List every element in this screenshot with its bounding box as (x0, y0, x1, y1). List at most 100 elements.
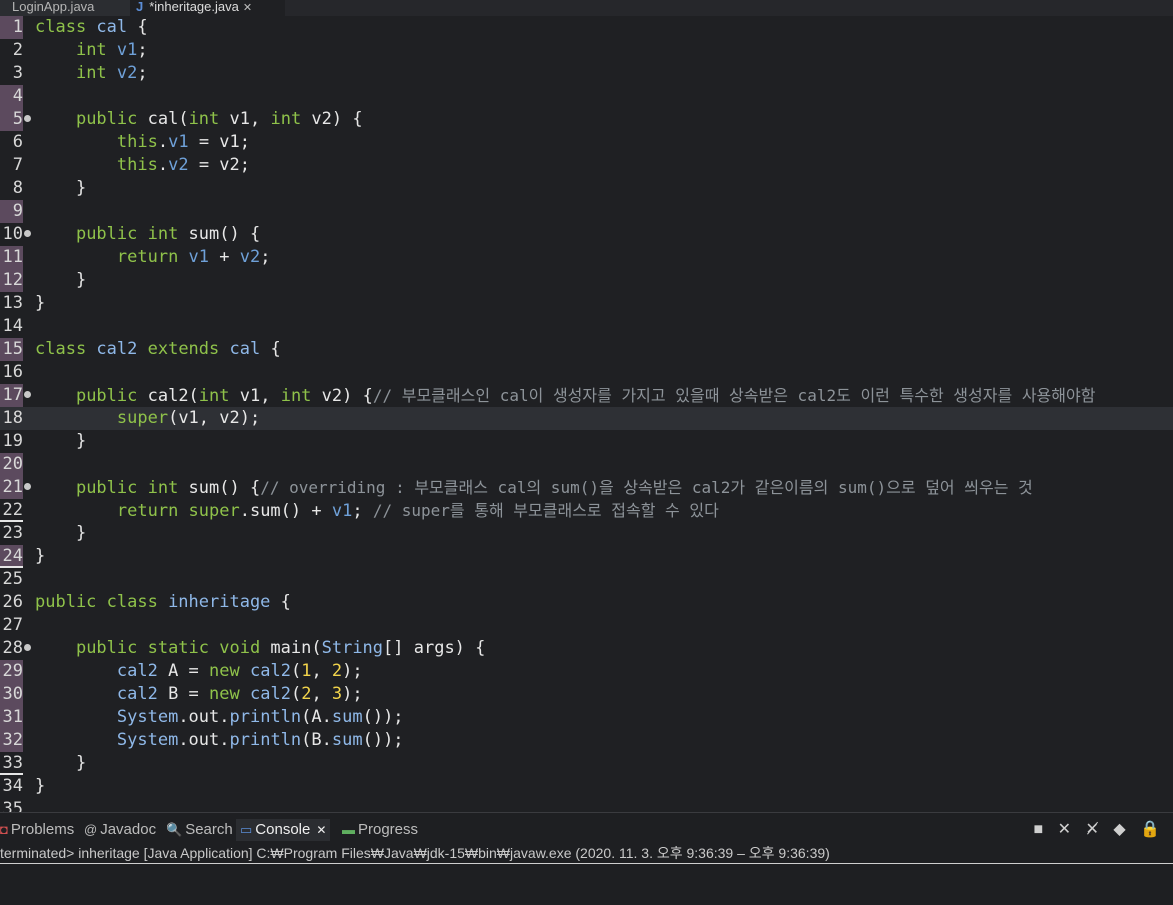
tab-console[interactable]: ▭ Console ✕ (236, 819, 331, 841)
code-token: } (35, 431, 87, 451)
tab-loginapp-java[interactable]: LoginApp.java (0, 0, 130, 16)
code-line[interactable]: 8 } (0, 177, 1173, 200)
code-line[interactable]: 14 (0, 315, 1173, 338)
problems-icon: ◘ (0, 822, 8, 837)
code-line[interactable]: 22 return super.sum() + v1; // super를 통해… (0, 499, 1173, 522)
console-toolbar[interactable]: ■ ✕ ✕̸ ◆ 🔒 (1034, 819, 1165, 839)
code-line[interactable]: 29 cal2 A = new cal2(1, 2); (0, 660, 1173, 683)
code-line[interactable]: 4 (0, 85, 1173, 108)
code-line[interactable]: 16 (0, 361, 1173, 384)
code-line[interactable]: 1 class cal { (0, 16, 1173, 39)
code-token: // super를 통해 부모클래스로 접속할 수 있다 (372, 501, 719, 520)
code-token: cal (96, 17, 138, 37)
line-number: 27 (2, 615, 23, 635)
code-line[interactable]: 10 public int sum() { (0, 223, 1173, 246)
tab-inheritage-java[interactable]: J *inheritage.java ✕ (130, 0, 285, 16)
code-line[interactable]: 27 (0, 614, 1173, 637)
line-number: 24 (2, 546, 23, 566)
code-line[interactable]: 26 public class inheritage { (0, 591, 1173, 614)
code-token: cal2 (249, 684, 291, 704)
fold-icon[interactable] (24, 115, 31, 122)
line-number: 17 (2, 385, 23, 405)
line-number: 12 (2, 270, 23, 290)
code-token: (A. (301, 707, 332, 727)
code-line[interactable]: 6 this.v1 = v1; (0, 131, 1173, 154)
code-text: public class inheritage { (35, 591, 291, 614)
console-status: terminated> inheritage [Java Application… (0, 843, 1173, 864)
line-number: 1 (12, 17, 23, 37)
code-line[interactable]: 5 public cal(int v1, int v2) { (0, 108, 1173, 131)
code-token: = v1; (188, 132, 250, 152)
code-line[interactable]: 32 System.out.println(B.sum()); (0, 729, 1173, 752)
line-number: 20 (2, 454, 23, 474)
code-token: (v1, v2); (168, 408, 261, 428)
code-line[interactable]: 35 (0, 798, 1173, 812)
code-token: public (75, 109, 148, 129)
code-line[interactable]: 33 } (0, 752, 1173, 775)
code-token: B = (168, 684, 210, 704)
code-line[interactable]: 31 System.out.println(A.sum()); (0, 706, 1173, 729)
tab-label: Problems (10, 821, 75, 838)
code-token: extends (147, 339, 230, 359)
code-line[interactable]: 3 int v2; (0, 62, 1173, 85)
line-number: 2 (12, 40, 23, 60)
code-token: public class (35, 592, 169, 612)
code-token: } (35, 546, 46, 566)
code-line[interactable]: 18 super(v1, v2); (0, 407, 1173, 430)
fold-icon[interactable] (24, 391, 31, 398)
code-editor[interactable]: 1 class cal {2 int v1; 3 int v2; 4 5 public … (0, 16, 1173, 812)
code-line[interactable]: 15 class cal2 extends cal { (0, 338, 1173, 361)
close-icon[interactable]: ✕ (243, 2, 252, 14)
code-line[interactable]: 13} (0, 292, 1173, 315)
tab-javadoc[interactable]: @ Javadoc (84, 819, 156, 841)
tab-progress[interactable]: ▬ Progress (342, 819, 418, 841)
code-token: int (188, 109, 230, 129)
tab-search[interactable]: 🔍 Search (166, 819, 233, 841)
code-line[interactable]: 20 (0, 453, 1173, 476)
code-text: } (35, 775, 45, 798)
code-token: v1, (229, 109, 271, 129)
code-token: 2 (301, 684, 312, 704)
tab-label: Javadoc (100, 821, 157, 838)
code-text: this.v2 = v2; (35, 154, 250, 177)
code-token: sum (331, 730, 363, 750)
code-line[interactable]: 30 cal2 B = new cal2(2, 3); (0, 683, 1173, 706)
code-token: int (270, 109, 312, 129)
code-line[interactable]: 7 this.v2 = v2; (0, 154, 1173, 177)
code-line[interactable]: 21 public int sum() {// overriding : 부모클… (0, 476, 1173, 499)
code-token: public (75, 386, 148, 406)
code-line[interactable]: 2 int v1; (0, 39, 1173, 62)
code-text: } (35, 522, 86, 545)
code-token: sum() { (188, 478, 261, 498)
code-token: (B. (301, 730, 332, 750)
tab-problems[interactable]: ◘ Problems (0, 819, 74, 841)
code-line[interactable]: 17 public cal2(int v1, int v2) {// 부모클래스… (0, 384, 1173, 407)
line-number: 10 (2, 224, 23, 244)
code-token: class (35, 17, 97, 37)
code-line[interactable]: 23 } (0, 522, 1173, 545)
javadoc-icon: @ (84, 822, 98, 837)
code-token: this (116, 155, 158, 175)
code-line[interactable]: 25 (0, 568, 1173, 591)
code-line[interactable]: 11 return v1 + v2; (0, 246, 1173, 269)
tab-label: Console (255, 821, 311, 838)
code-line[interactable]: 34} (0, 775, 1173, 798)
line-number: 26 (2, 592, 23, 612)
code-token: ); (342, 661, 363, 681)
code-line[interactable]: 24} (0, 545, 1173, 568)
code-line[interactable]: 12 } (0, 269, 1173, 292)
close-icon[interactable]: ✕ (316, 823, 326, 837)
code-line[interactable]: 19 } (0, 430, 1173, 453)
fold-icon[interactable] (24, 644, 31, 651)
code-line[interactable]: 9 (0, 200, 1173, 223)
code-token: . (157, 132, 169, 152)
fold-icon[interactable] (24, 230, 31, 237)
code-token: [] args) { (383, 638, 486, 658)
line-number: 6 (12, 132, 23, 152)
fold-icon[interactable] (24, 483, 31, 490)
code-token: cal2 (116, 684, 169, 704)
code-token: . (157, 155, 169, 175)
code-line[interactable]: 28 public static void main(String[] args… (0, 637, 1173, 660)
